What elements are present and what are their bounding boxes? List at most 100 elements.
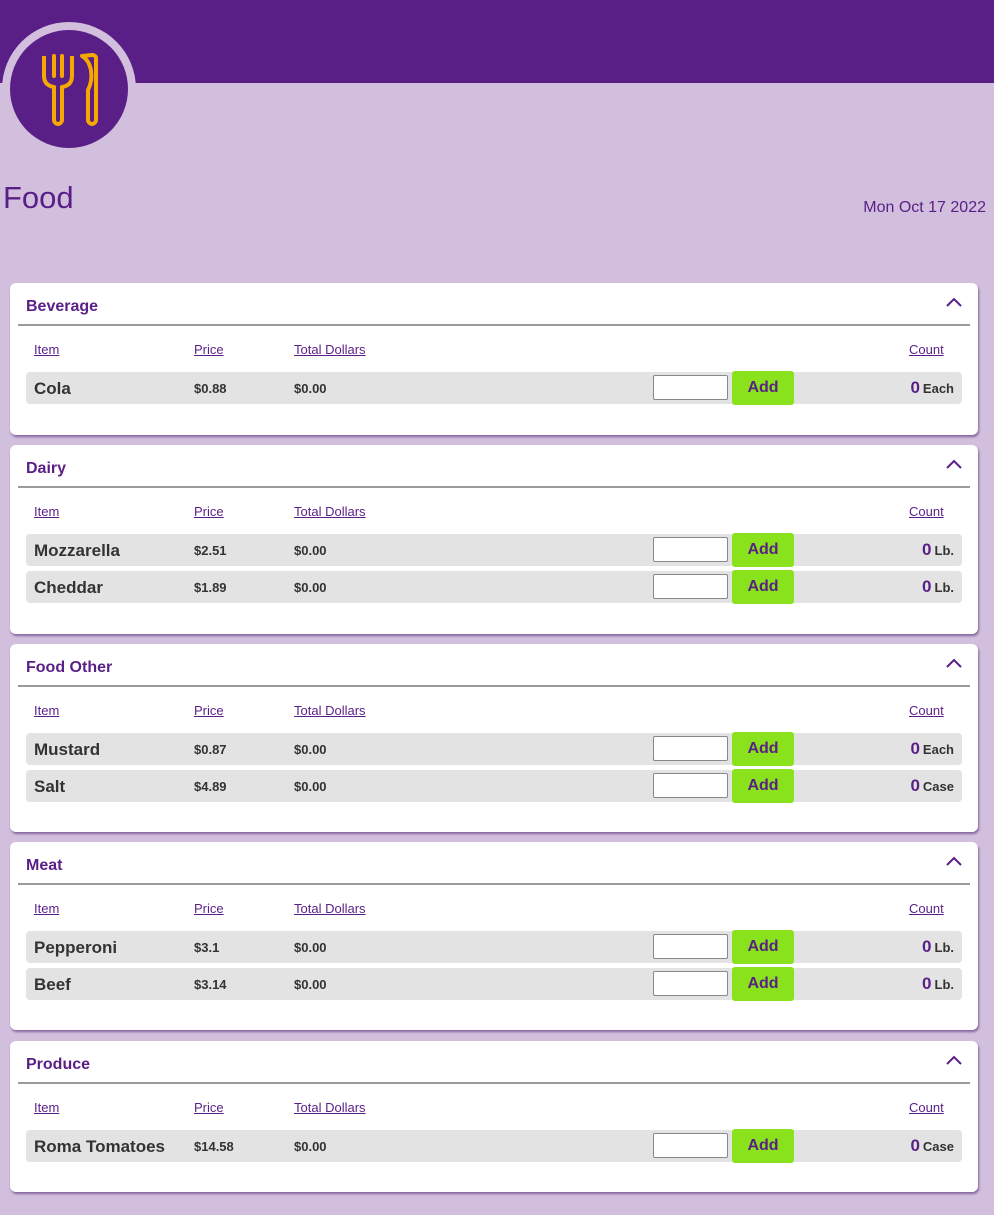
category-title: Food Other xyxy=(26,659,113,676)
column-header-count[interactable]: Count xyxy=(909,504,944,519)
column-header-price[interactable]: Price xyxy=(194,342,224,357)
item-count: 0 Each xyxy=(910,378,954,398)
add-button[interactable]: Add xyxy=(732,732,794,766)
add-button[interactable]: Add xyxy=(732,570,794,604)
column-header-item[interactable]: Item xyxy=(34,901,59,916)
chevron-up-icon[interactable] xyxy=(946,1055,962,1065)
category-title: Beverage xyxy=(26,298,99,315)
count-value: 0 xyxy=(922,974,932,993)
item-row: Cola $0.88 $0.00 Add 0 Each xyxy=(26,371,962,405)
column-header-count[interactable]: Count xyxy=(909,1100,944,1115)
count-value: 0 xyxy=(910,739,920,758)
item-price: $4.89 xyxy=(194,779,227,794)
column-header-item[interactable]: Item xyxy=(34,1100,59,1115)
item-total-dollars: $0.00 xyxy=(294,580,327,595)
item-total-dollars: $0.00 xyxy=(294,543,327,558)
count-value: 0 xyxy=(922,540,932,559)
quantity-input[interactable] xyxy=(653,537,728,562)
item-row: Salt $4.89 $0.00 Add 0 Case xyxy=(26,769,962,803)
chevron-up-icon[interactable] xyxy=(946,658,962,668)
quantity-input[interactable] xyxy=(653,971,728,996)
category-card: Meat Item Price Total Dollars Count Pepp… xyxy=(10,842,978,1030)
item-count: 0 Lb. xyxy=(922,540,954,560)
count-value: 0 xyxy=(910,776,920,795)
category-header[interactable]: Dairy xyxy=(18,445,970,488)
category-title: Produce xyxy=(26,1056,91,1073)
item-name: Mustard xyxy=(34,740,101,759)
category-header[interactable]: Produce xyxy=(18,1041,970,1084)
item-name: Roma Tomatoes xyxy=(34,1137,165,1156)
item-count: 0 Lb. xyxy=(922,937,954,957)
count-value: 0 xyxy=(910,1136,920,1155)
quantity-input[interactable] xyxy=(653,773,728,798)
item-price: $3.1 xyxy=(194,940,220,955)
add-button[interactable]: Add xyxy=(732,371,794,405)
add-button[interactable]: Add xyxy=(732,533,794,567)
quantity-input[interactable] xyxy=(653,934,728,959)
count-unit: Case xyxy=(922,779,954,794)
chevron-up-icon[interactable] xyxy=(946,297,962,307)
item-total-dollars: $0.00 xyxy=(294,742,327,757)
column-header-total-dollars[interactable]: Total Dollars xyxy=(294,703,366,718)
category-header[interactable]: Food Other xyxy=(18,644,970,687)
item-count: 0 Lb. xyxy=(922,577,954,597)
column-header-item[interactable]: Item xyxy=(34,703,59,718)
column-header-count[interactable]: Count xyxy=(909,703,944,718)
page-date: Mon Oct 17 2022 xyxy=(863,199,986,216)
column-header-count[interactable]: Count xyxy=(909,342,944,357)
item-price: $1.89 xyxy=(194,580,227,595)
item-price: $0.88 xyxy=(194,381,227,396)
column-header-price[interactable]: Price xyxy=(194,1100,224,1115)
quantity-input[interactable] xyxy=(653,736,728,761)
item-price: $3.14 xyxy=(194,977,227,992)
category-header[interactable]: Meat xyxy=(18,842,970,885)
add-button[interactable]: Add xyxy=(732,769,794,803)
item-count: 0 Case xyxy=(910,1136,954,1156)
count-unit: Each xyxy=(922,742,954,757)
count-value: 0 xyxy=(922,577,932,596)
count-unit: Lb. xyxy=(934,940,955,955)
item-total-dollars: $0.00 xyxy=(294,977,327,992)
item-count: 0 Case xyxy=(910,776,954,796)
item-row: Pepperoni $3.1 $0.00 Add 0 Lb. xyxy=(26,930,962,964)
item-row: Roma Tomatoes $14.58 $0.00 Add 0 Case xyxy=(26,1129,962,1163)
item-name: Salt xyxy=(34,777,66,796)
category-card: Produce Item Price Total Dollars Count R… xyxy=(10,1041,978,1192)
logo xyxy=(10,30,128,148)
category-header[interactable]: Beverage xyxy=(18,283,970,326)
item-row: Mozzarella $2.51 $0.00 Add 0 Lb. xyxy=(26,533,962,567)
column-header-item[interactable]: Item xyxy=(34,504,59,519)
item-name: Beef xyxy=(34,975,71,994)
count-unit: Each xyxy=(922,381,954,396)
quantity-input[interactable] xyxy=(653,574,728,599)
count-unit: Lb. xyxy=(934,543,955,558)
chevron-up-icon[interactable] xyxy=(946,856,962,866)
item-total-dollars: $0.00 xyxy=(294,1139,327,1154)
top-bar xyxy=(0,0,994,83)
add-button[interactable]: Add xyxy=(732,967,794,1001)
quantity-input[interactable] xyxy=(653,1133,728,1158)
column-header-price[interactable]: Price xyxy=(194,703,224,718)
item-name: Pepperoni xyxy=(34,938,118,957)
column-header-total-dollars[interactable]: Total Dollars xyxy=(294,504,366,519)
quantity-input[interactable] xyxy=(653,375,728,400)
category-title: Dairy xyxy=(26,460,67,477)
category-title: Meat xyxy=(26,857,63,874)
column-header-total-dollars[interactable]: Total Dollars xyxy=(294,901,366,916)
item-total-dollars: $0.00 xyxy=(294,940,327,955)
item-row: Mustard $0.87 $0.00 Add 0 Each xyxy=(26,732,962,766)
fork-knife-icon xyxy=(42,53,98,126)
column-header-price[interactable]: Price xyxy=(194,504,224,519)
column-header-count[interactable]: Count xyxy=(909,901,944,916)
column-header-price[interactable]: Price xyxy=(194,901,224,916)
chevron-up-icon[interactable] xyxy=(946,459,962,469)
item-row: Cheddar $1.89 $0.00 Add 0 Lb. xyxy=(26,570,962,604)
page-title: Food xyxy=(3,180,74,215)
column-header-total-dollars[interactable]: Total Dollars xyxy=(294,1100,366,1115)
add-button[interactable]: Add xyxy=(732,1129,794,1163)
category-card: Dairy Item Price Total Dollars Count Moz… xyxy=(10,445,978,634)
column-header-total-dollars[interactable]: Total Dollars xyxy=(294,342,366,357)
count-unit: Lb. xyxy=(934,580,955,595)
column-header-item[interactable]: Item xyxy=(34,342,59,357)
add-button[interactable]: Add xyxy=(732,930,794,964)
